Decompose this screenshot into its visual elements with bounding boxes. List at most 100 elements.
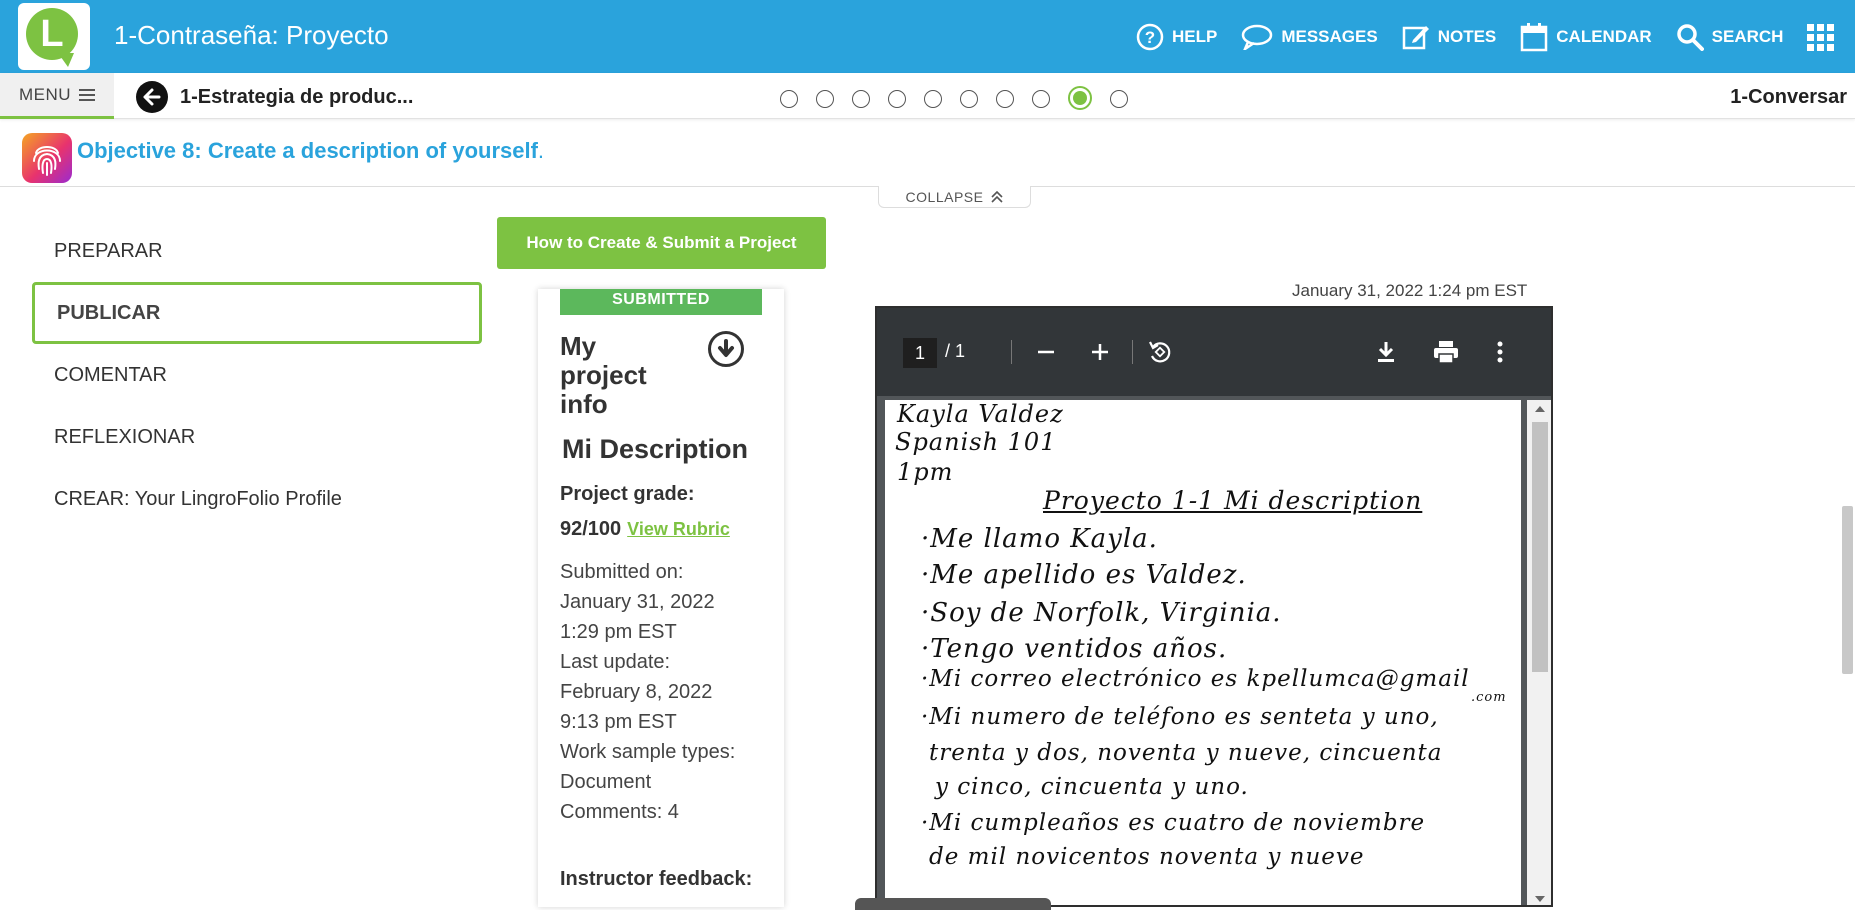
meta-line: 9:13 pm EST: [560, 711, 677, 733]
scroll-up-arrow[interactable]: [1535, 406, 1545, 412]
objective-title-suffix: .: [537, 138, 545, 163]
arrow-left-icon: [143, 88, 161, 106]
next-activity-link[interactable]: 1-Conversar: [1730, 86, 1847, 109]
menu-button[interactable]: MENU: [0, 73, 114, 119]
progress-dot-current[interactable]: [1068, 86, 1092, 110]
step-reflexionar[interactable]: REFLEXIONAR: [32, 406, 482, 468]
search-label: SEARCH: [1711, 26, 1784, 46]
more-options-button[interactable]: [1484, 336, 1516, 368]
app-logo[interactable]: L: [18, 3, 90, 70]
hamburger-icon: [79, 86, 96, 104]
meta-line: Last update:: [560, 651, 671, 673]
notes-link[interactable]: NOTES: [1402, 23, 1496, 51]
meta-line: 1:29 pm EST: [560, 621, 677, 643]
meta-line: February 8, 2022: [560, 681, 713, 703]
zoom-out-button[interactable]: [1030, 336, 1062, 368]
download-icon: [1378, 342, 1394, 362]
pdf-download-button[interactable]: [1370, 336, 1402, 368]
lesson-nav-bar: MENU 1-Estrategia de produc... 1-Convers…: [0, 73, 1855, 119]
rotate-button[interactable]: [1144, 336, 1176, 368]
pdf-toolbar: 1 / 1: [877, 308, 1551, 396]
progress-dots: [780, 86, 1146, 110]
step-navigation: PREPARAR PUBLICAR COMENTAR REFLEXIONAR C…: [32, 220, 482, 530]
progress-dot[interactable]: [996, 89, 1014, 108]
meta-line: January 31, 2022: [560, 591, 715, 613]
rotate-icon: [1149, 341, 1171, 363]
instructor-feedback-label: Instructor feedback:: [560, 868, 753, 890]
handwritten-line: trenta y dos, noventa y nueve, cincuenta: [929, 740, 1443, 766]
step-publicar[interactable]: PUBLICAR: [32, 282, 482, 344]
calendar-label: CALENDAR: [1556, 26, 1652, 46]
apps-link[interactable]: [1807, 23, 1845, 51]
toolbar-divider: [1132, 340, 1133, 364]
handwritten-line: ·Me llamo Kayla.: [921, 524, 1158, 554]
search-link[interactable]: SEARCH: [1676, 23, 1784, 51]
progress-dot[interactable]: [780, 89, 798, 108]
minus-icon: [1038, 350, 1054, 354]
document-date: January 31, 2022 1:24 pm EST: [1292, 281, 1528, 300]
messages-link[interactable]: MESSAGES: [1241, 24, 1378, 50]
progress-dot[interactable]: [888, 89, 906, 108]
handwritten-heading: Proyecto 1-1 Mi description: [1043, 486, 1423, 515]
meta-line: Document: [560, 771, 652, 793]
edit-icon: [1402, 23, 1430, 51]
handwritten-line: .com: [1471, 690, 1507, 705]
handwritten-line: 1pm: [897, 458, 954, 486]
pdf-scroll-thumb[interactable]: [1532, 422, 1548, 672]
view-rubric-link[interactable]: View Rubric: [627, 519, 730, 539]
progress-dot[interactable]: [1032, 89, 1050, 108]
handwritten-line: ·Mi cumpleaños es cuatro de noviembre: [921, 810, 1426, 836]
previous-activity-link[interactable]: 1-Estrategia de produc...: [180, 86, 413, 109]
page-number-input[interactable]: 1: [903, 338, 937, 368]
download-arrow-icon: [718, 339, 734, 357]
step-crear-profile[interactable]: CREAR: Your LingroFolio Profile: [32, 468, 482, 530]
page-total: / 1: [945, 341, 966, 361]
zoom-in-button[interactable]: [1084, 336, 1116, 368]
handwritten-line: y cinco, cincuenta y uno.: [935, 774, 1249, 800]
calendar-link[interactable]: CALENDAR: [1520, 22, 1652, 52]
page-scroll-thumb[interactable]: [1842, 506, 1853, 674]
objective-title: Objective 8: Create a description of you…: [77, 138, 544, 164]
handwritten-line: Spanish 101: [895, 428, 1057, 456]
pdf-scrollbar[interactable]: [1527, 400, 1551, 905]
handwritten-line: ·Mi correo electrónico es kpellumca@gmai…: [921, 666, 1470, 692]
toolbar-divider: [1011, 340, 1012, 364]
objective-header: Objective 8: Create a description of you…: [0, 119, 1855, 187]
chat-bubble-icon: [1241, 24, 1273, 50]
messages-label: MESSAGES: [1281, 26, 1378, 46]
progress-dot[interactable]: [960, 89, 978, 108]
additional-materials-tab[interactable]: [855, 898, 1051, 910]
download-button[interactable]: [708, 331, 744, 367]
progress-dot[interactable]: [852, 89, 870, 108]
print-button[interactable]: [1430, 336, 1462, 368]
help-icon: ?: [1136, 23, 1164, 51]
back-arrow-button[interactable]: [136, 81, 168, 113]
top-bar: L 1-Contraseña: Proyecto ? HELP MESSAGES…: [0, 0, 1855, 73]
handwritten-line: ·Soy de Norfolk, Virginia.: [921, 598, 1282, 628]
page-scrollbar[interactable]: [1840, 290, 1855, 907]
pdf-viewer: 1 / 1 Kayla Valdez Spanish 101 1pm Proye…: [875, 306, 1553, 907]
project-name: Mi Description: [562, 434, 749, 464]
grade-value: 92/100: [560, 518, 622, 540]
logo-bubble-tail: [58, 53, 74, 67]
progress-dot[interactable]: [816, 89, 834, 108]
project-info-panel: SUBMITTED My project info Mi Description…: [538, 289, 784, 907]
collapse-button[interactable]: COLLAPSE: [878, 186, 1031, 208]
progress-dot[interactable]: [1110, 89, 1128, 108]
how-to-submit-button[interactable]: How to Create & Submit a Project: [497, 217, 826, 269]
step-comentar[interactable]: COMENTAR: [32, 344, 482, 406]
pdf-page: Kayla Valdez Spanish 101 1pm Proyecto 1-…: [885, 400, 1521, 905]
meta-line: Submitted on:: [560, 561, 684, 583]
progress-dot[interactable]: [924, 89, 942, 108]
calendar-icon: [1520, 22, 1548, 52]
step-preparar[interactable]: PREPARAR: [32, 220, 482, 282]
help-link[interactable]: ? HELP: [1136, 23, 1217, 51]
handwritten-line: ·Tengo ventidos años.: [921, 634, 1228, 664]
handwritten-line: Kayla Valdez: [897, 400, 1064, 428]
scroll-down-arrow[interactable]: [1535, 896, 1545, 902]
plus-icon: [1092, 344, 1108, 360]
meta-line: Comments: 4: [560, 801, 679, 823]
svg-text:?: ?: [1145, 28, 1155, 47]
collapse-label: COLLAPSE: [905, 188, 984, 205]
handwritten-line: ·Mi numero de teléfono es senteta y uno,: [921, 704, 1439, 730]
